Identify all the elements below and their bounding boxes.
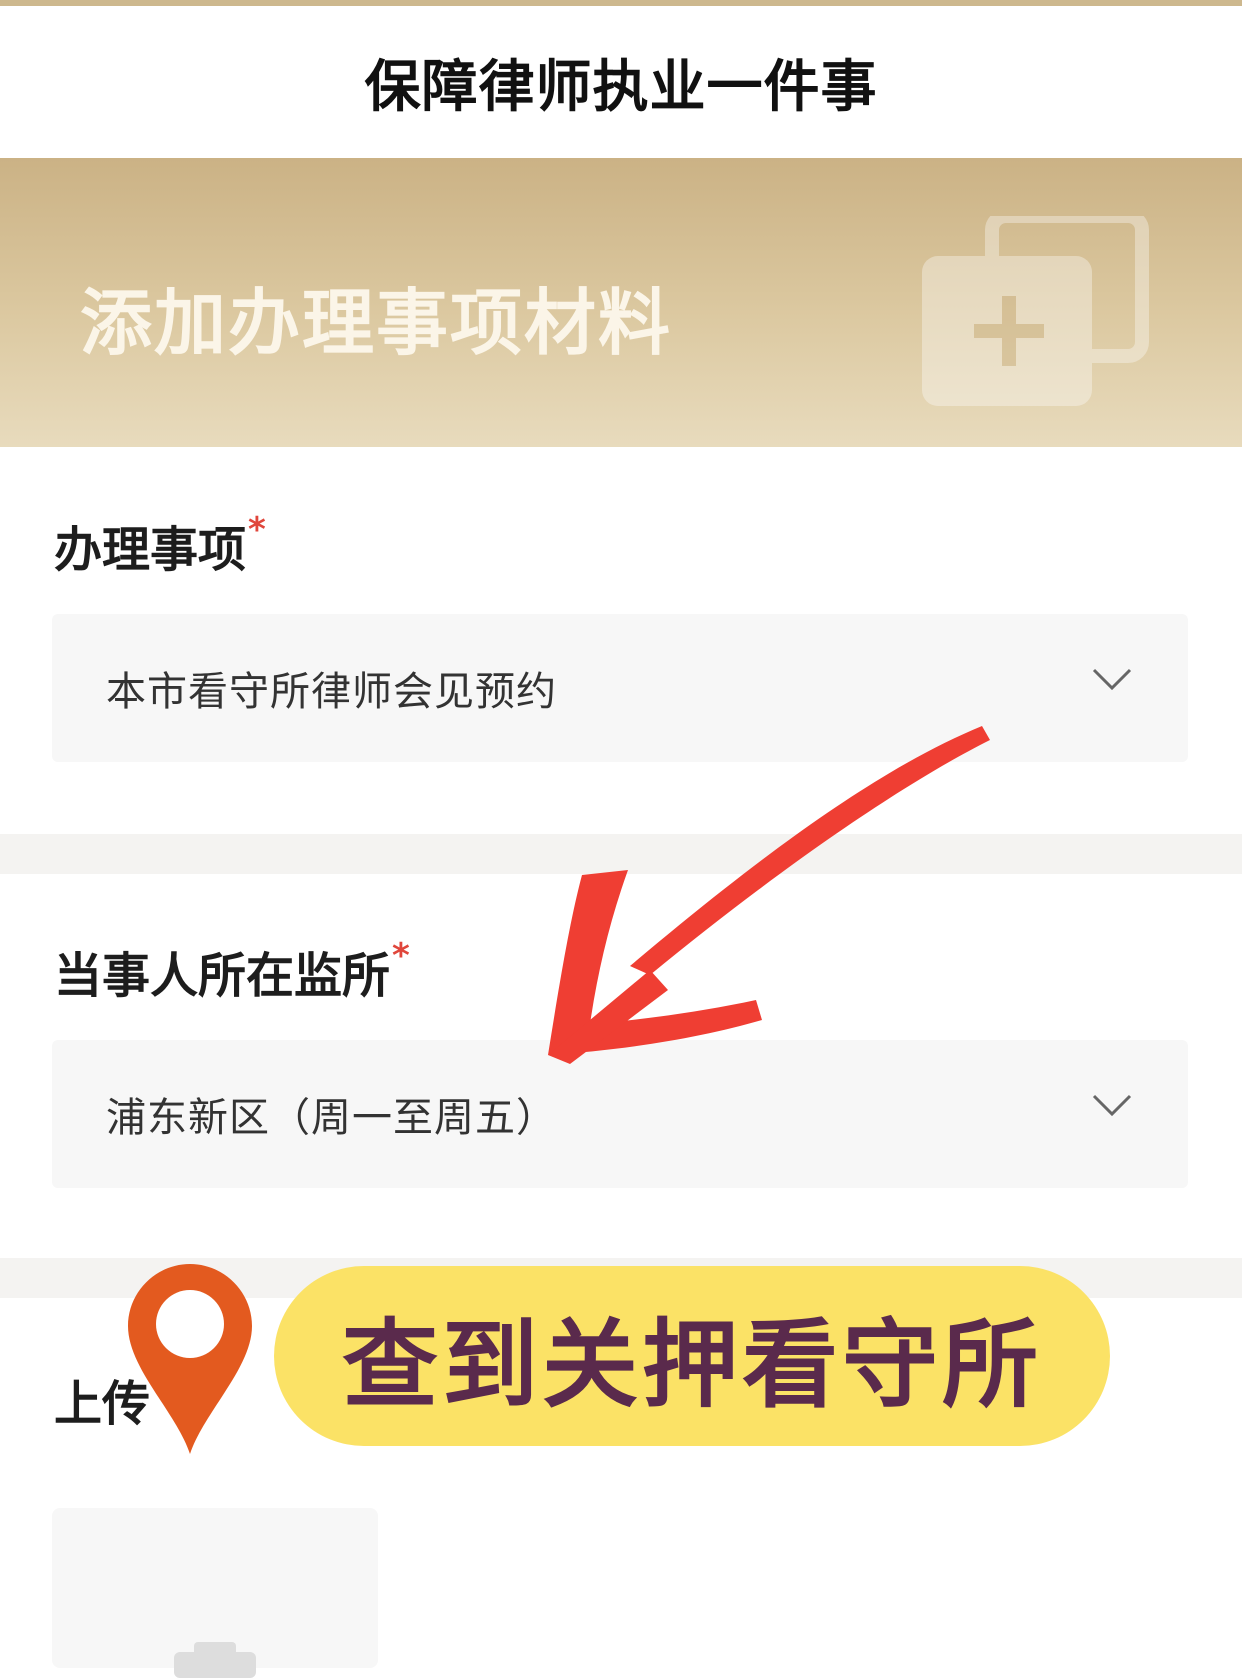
upload-box[interactable] — [52, 1508, 378, 1678]
required-mark: * — [248, 510, 266, 550]
chevron-down-icon — [1092, 668, 1132, 691]
detention-center-select-value: 浦东新区（周一至周五） — [106, 1095, 557, 1141]
location-pin-icon — [128, 1264, 252, 1454]
page-title: 保障律师执业一件事 — [364, 54, 878, 120]
callout-pill: 查到关押看守所 — [274, 1266, 1110, 1446]
banner: 添加办理事项材料 — [0, 158, 1242, 447]
camera-icon — [174, 1642, 256, 1678]
field-label-item: 办理事项* — [54, 510, 266, 580]
red-arrow-annotation — [548, 726, 990, 1064]
item-select-value: 本市看守所律师会见预约 — [106, 669, 557, 715]
chevron-down-icon — [1092, 1094, 1132, 1117]
field-label-item-text: 办理事项 — [54, 522, 247, 578]
required-mark: * — [392, 936, 410, 976]
callout-text: 查到关押看守所 — [342, 1308, 1042, 1421]
add-document-icon — [922, 216, 1149, 406]
banner-heading: 添加办理事项材料 — [80, 281, 673, 365]
title-bar: 保障律师执业一件事 — [0, 6, 1242, 158]
field-label-detention-center-text: 当事人所在监所 — [54, 948, 391, 1004]
field-label-detention-center: 当事人所在监所* — [54, 936, 410, 1006]
